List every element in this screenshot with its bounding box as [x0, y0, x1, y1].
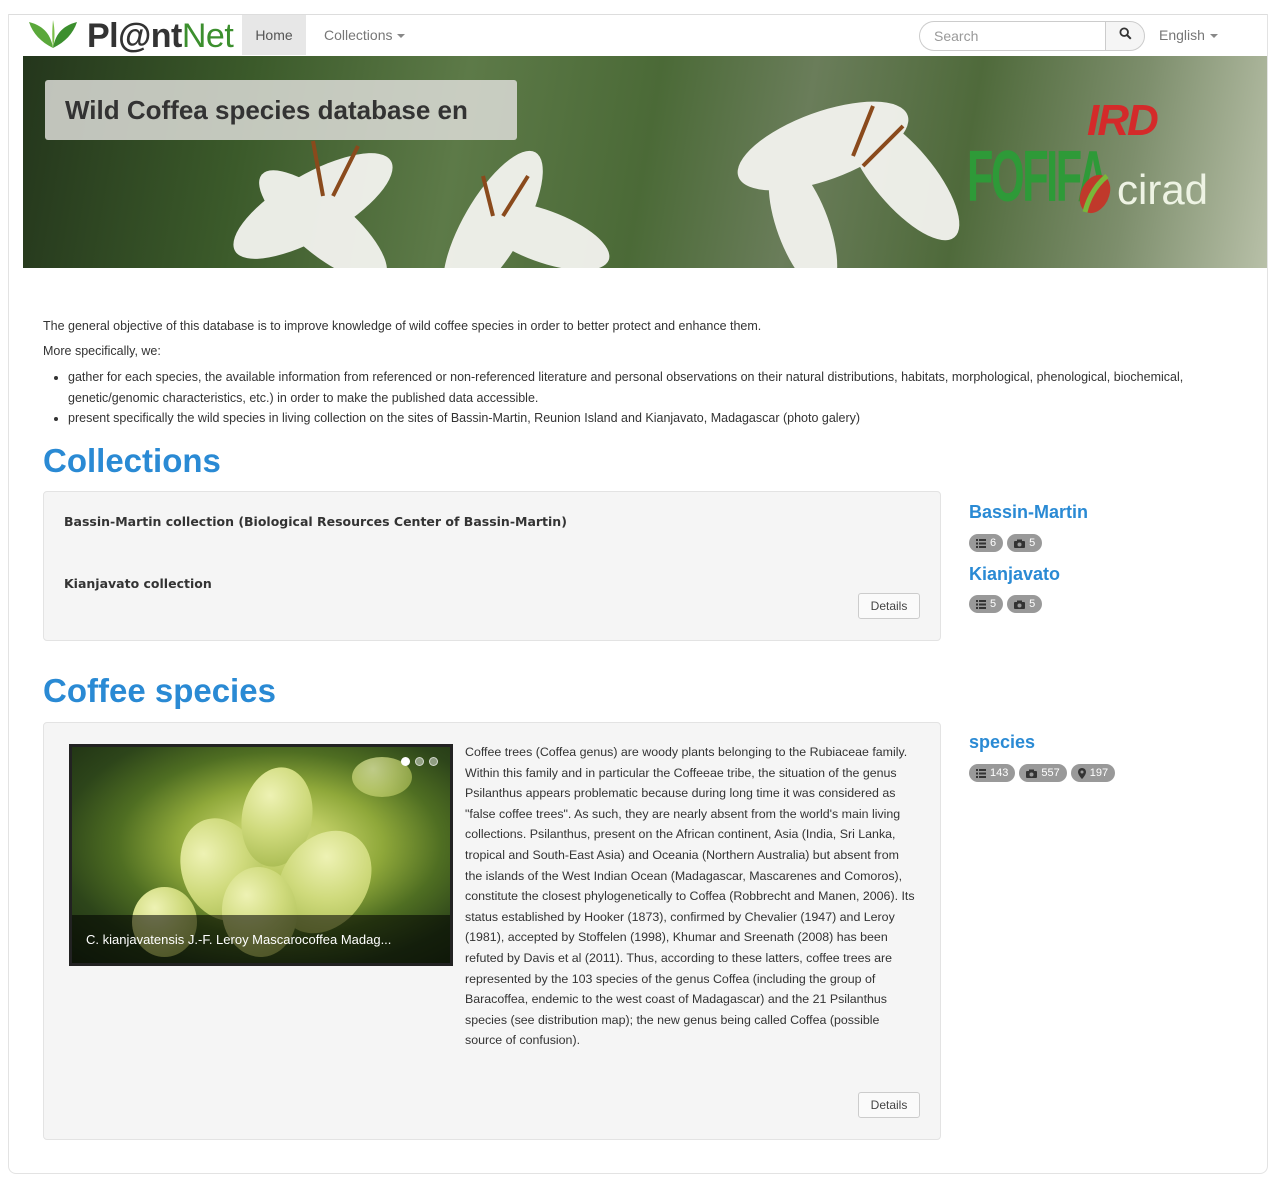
search-icon [1118, 27, 1132, 45]
collections-well: Bassin-Martin collection (Biological Res… [43, 491, 941, 641]
list-count-badge: 5 [969, 595, 1004, 613]
language-label: English [1159, 27, 1205, 43]
nav-collections-label: Collections [324, 27, 393, 43]
camera-icon [1014, 539, 1026, 548]
search-form [919, 21, 1145, 51]
banner-title-box: Wild Coffea species database en [45, 80, 517, 140]
sidebar-link-kianjavato[interactable]: Kianjavato [969, 564, 1060, 585]
photo-count-badge: 5 [1007, 534, 1043, 552]
camera-icon [1014, 600, 1026, 609]
list-item: present specifically the wild species in… [68, 408, 1243, 429]
badge-group: 143 557 197 [969, 764, 1116, 782]
intro-text: The general objective of this database i… [43, 316, 1243, 429]
carousel-caption[interactable]: C. kianjavatensis J.-F. Leroy Mascarocof… [72, 915, 450, 963]
species-details-button[interactable]: Details [858, 1092, 920, 1118]
camera-icon [1026, 769, 1038, 778]
cirad-logo: cirad [1117, 166, 1209, 213]
search-input[interactable] [919, 21, 1105, 51]
collections-details-button[interactable]: Details [858, 593, 920, 619]
caret-down-icon [397, 34, 406, 38]
photo-count-badge: 5 [1007, 595, 1043, 613]
list-count-badge: 143 [969, 764, 1016, 782]
list-count: 5 [990, 598, 997, 610]
intro-paragraph: The general objective of this database i… [43, 319, 762, 333]
page-title: Wild Coffea species database en [65, 94, 468, 125]
list-icon [976, 538, 986, 548]
sidebar-link-species[interactable]: species [969, 732, 1035, 753]
collections-heading: Collections [43, 442, 221, 479]
carousel-indicators [401, 757, 438, 766]
cirad-leaf-icon [1075, 172, 1115, 221]
intro-paragraph: More specifically, we: [43, 344, 161, 358]
photo-count: 557 [1041, 767, 1060, 779]
collection-link-kianjavato[interactable]: Kianjavato collection [64, 576, 212, 591]
badge-group: 5 5 [969, 595, 1043, 613]
list-icon [976, 599, 986, 609]
photo-count-badge: 557 [1019, 764, 1067, 782]
list-count: 6 [990, 537, 997, 549]
partner-logos: FOFIFA IRD cirad [967, 76, 1267, 256]
nav-home[interactable]: Home [242, 15, 306, 55]
map-marker-icon [1077, 767, 1086, 779]
brand-name-part1: Pl@nt [87, 17, 182, 55]
carousel-dot[interactable] [401, 757, 410, 766]
brand-logo[interactable]: Pl@ntNet [25, 17, 234, 55]
list-item: gather for each species, the available i… [68, 367, 1243, 408]
species-photo-carousel[interactable]: C. kianjavatensis J.-F. Leroy Mascarocof… [69, 744, 453, 966]
plantnet-leaf-icon [25, 18, 81, 55]
photo-count: 5 [1029, 537, 1036, 549]
location-count-badge: 197 [1070, 764, 1116, 782]
list-icon [976, 768, 986, 778]
carousel-dot[interactable] [429, 757, 438, 766]
page-container: Pl@ntNet Home Collections English [8, 14, 1268, 1174]
ird-logo: IRD [1087, 96, 1159, 145]
collection-link-bassin-martin[interactable]: Bassin-Martin collection (Biological Res… [64, 514, 567, 529]
brand-name-part2: Net [181, 17, 234, 55]
species-heading: Coffee species [43, 672, 276, 709]
nav-collections-dropdown[interactable]: Collections [324, 15, 406, 55]
species-description: Coffee trees (Coffea genus) are woody pl… [465, 745, 915, 1048]
language-dropdown[interactable]: English [1159, 15, 1218, 55]
photo-count: 5 [1029, 598, 1036, 610]
list-count: 143 [990, 767, 1009, 779]
carousel-dot[interactable] [415, 757, 424, 766]
location-count: 197 [1089, 767, 1109, 779]
banner-image: Wild Coffea species database en FOFIFA I… [23, 56, 1267, 268]
navbar: Pl@ntNet Home Collections English [9, 14, 1267, 56]
intro-list: gather for each species, the available i… [68, 367, 1243, 429]
search-button[interactable] [1105, 21, 1145, 51]
caret-down-icon [1209, 34, 1218, 38]
sidebar-link-bassin-martin[interactable]: Bassin-Martin [969, 502, 1088, 523]
list-count-badge: 6 [969, 534, 1004, 552]
brand-name: Pl@ntNet [87, 17, 234, 55]
badge-group: 6 5 [969, 534, 1043, 552]
